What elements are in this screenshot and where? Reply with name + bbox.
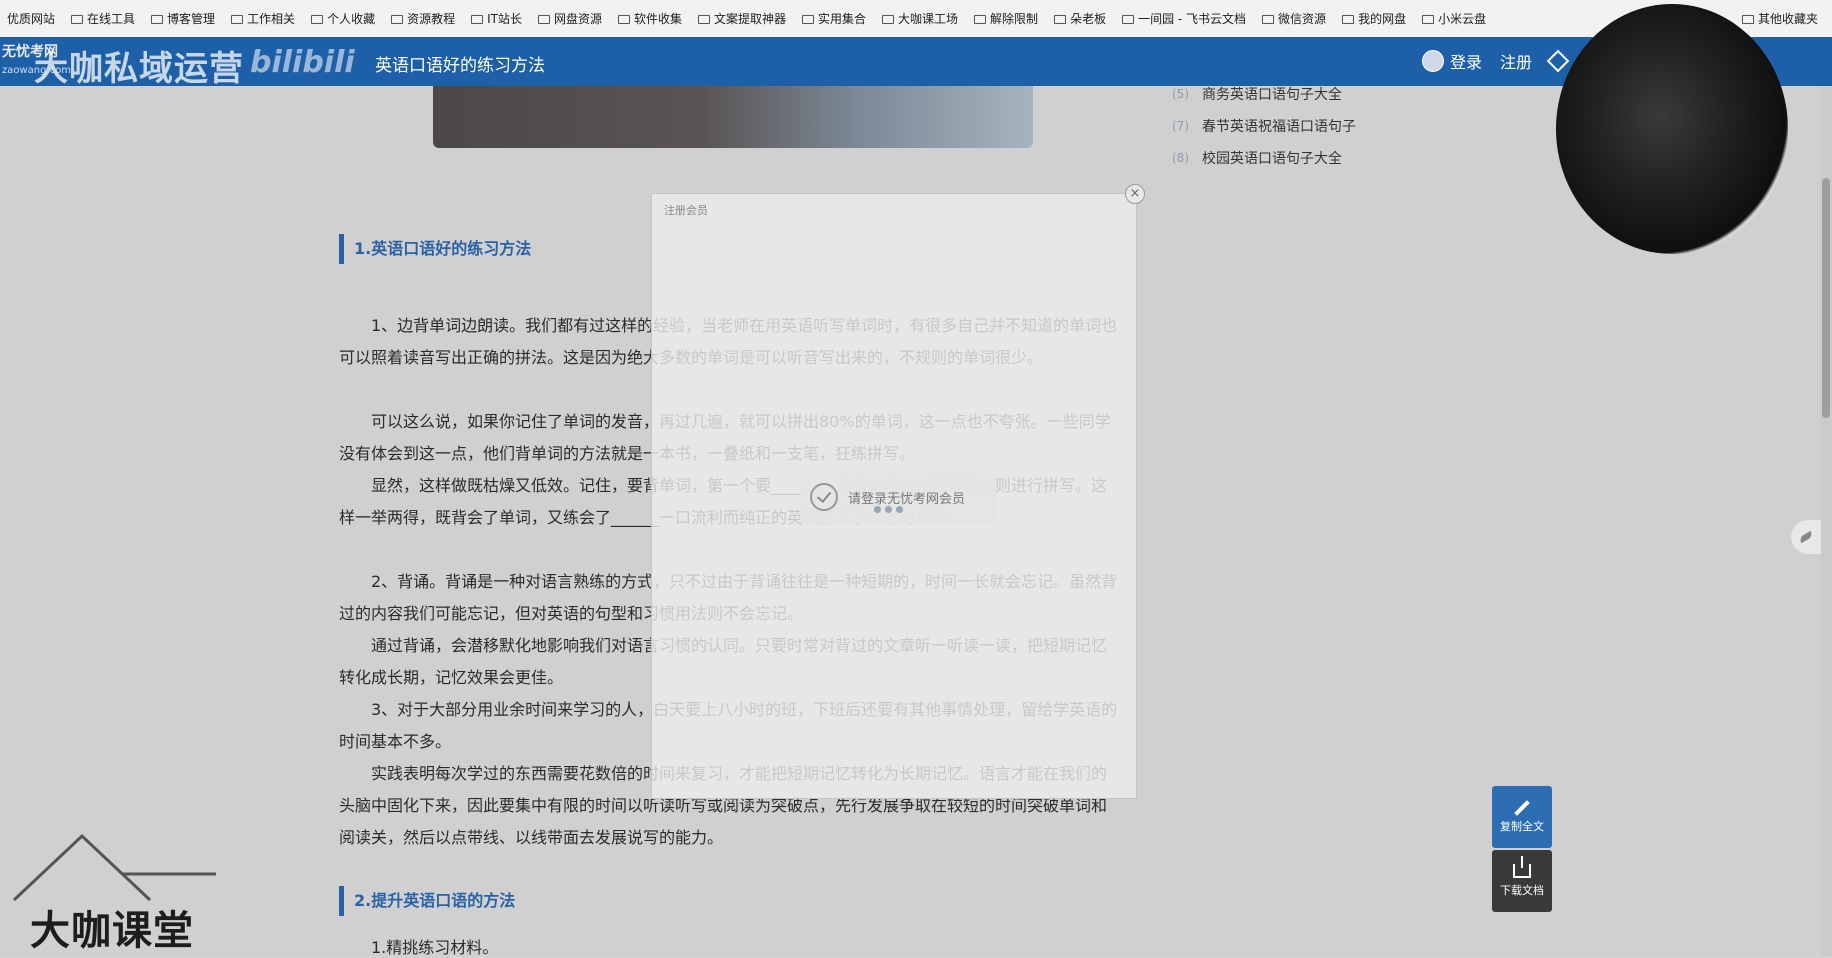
bookmark-label: 微信资源: [1278, 12, 1327, 26]
bookmark-label: 我的网盘: [1358, 12, 1407, 26]
user-actions: 登录 注册: [1422, 49, 1570, 73]
bookmark-label: 工作相关: [247, 12, 296, 26]
folder-icon: [391, 15, 404, 24]
bookmark-label: IT站长: [487, 12, 522, 26]
bookmark-label: 一间园 - 飞书云文档: [1138, 12, 1247, 26]
loading-text: 请登录无忧考网会员: [848, 491, 966, 507]
loading-dot: [874, 506, 881, 513]
register-button[interactable]: 注册: [1500, 49, 1532, 73]
scrollbar[interactable]: [1820, 86, 1832, 956]
bookmark-15[interactable]: 微信资源: [1255, 6, 1333, 32]
bookmark-9[interactable]: 文案提取神器: [691, 6, 793, 32]
loading-dots: [874, 506, 903, 513]
section-heading-2: 2.提升英语口语的方法: [339, 886, 515, 916]
bookmark-label: 优质网站: [7, 12, 56, 26]
watermark-text-2: bilibili: [250, 45, 355, 80]
bookmark-label: 软件收集: [633, 12, 682, 26]
section-heading-1: 1.英语口语好的练习方法: [339, 234, 531, 264]
watermark-text-bottom: 大咖课堂: [30, 908, 194, 954]
bookmark-label: 朵老板: [1070, 12, 1107, 26]
bookmark-7[interactable]: 网盘资源: [531, 6, 609, 32]
folder-icon: [537, 15, 550, 24]
bookmark-8[interactable]: 软件收集: [611, 6, 689, 32]
bookmark-5[interactable]: 资源教程: [384, 6, 462, 32]
bookmark-12[interactable]: 解除限制: [967, 6, 1045, 32]
bookmark-label: 在线工具: [87, 12, 136, 26]
bookmark-10[interactable]: 实用集合: [795, 6, 873, 32]
feather-icon: [1798, 530, 1814, 544]
related-item[interactable]: (5) 商务英语口语句子大全: [1172, 78, 1356, 110]
bookmark-14[interactable]: 一间园 - 飞书云文档: [1115, 6, 1253, 32]
bookmark-label: 小米云盘: [1438, 12, 1487, 26]
modal-title: 注册会员: [664, 204, 708, 217]
folder-icon: [151, 15, 164, 24]
bookmarks-bar: 优质网站 在线工具 博客管理 工作相关 个人收藏 资源教程 IT站长 网盘资源 …: [0, 0, 1832, 38]
bookmark-label: 博客管理: [167, 12, 216, 26]
bookmark-2[interactable]: 博客管理: [144, 6, 222, 32]
bookmark-13[interactable]: 朵老板: [1047, 6, 1113, 32]
webcam-overlay: [1556, 4, 1788, 254]
bookmark-label: 其他收藏夹: [1757, 12, 1818, 26]
page-icon: [698, 15, 710, 24]
bookmark-label: 个人收藏: [327, 12, 376, 26]
bookmark-other[interactable]: 其他收藏夹: [1735, 6, 1832, 32]
copy-label: 复制全文: [1500, 820, 1544, 833]
related-list: (5) 商务英语口语句子大全 (7) 春节英语祝福语口语句子 (8) 校园英语口语句子…: [1172, 78, 1356, 174]
diamond-icon[interactable]: [1546, 49, 1570, 73]
loading-box: 请登录无忧考网会员: [800, 470, 996, 524]
folder-icon: [71, 15, 84, 24]
user-icon: [1422, 50, 1444, 72]
bookmark-11[interactable]: 大咖课工场: [875, 6, 965, 32]
folder-icon: [471, 15, 484, 24]
check-icon: [810, 483, 838, 511]
folder-icon: [1741, 15, 1754, 24]
watermark-text: 大咖私域运营: [34, 49, 244, 89]
bookmark-6[interactable]: IT站长: [464, 6, 529, 32]
folder-icon: [231, 15, 244, 24]
feedback-tab[interactable]: [1791, 520, 1821, 554]
loading-dot: [885, 506, 892, 513]
bookmark-1[interactable]: 在线工具: [64, 6, 142, 32]
folder-icon: [802, 15, 815, 24]
bookmark-label: 文案提取神器: [714, 12, 787, 26]
download-button[interactable]: 下载文档: [1492, 850, 1552, 912]
bookmark-label: 大咖课工场: [898, 12, 959, 26]
bookmark-label: 实用集合: [818, 12, 867, 26]
related-item[interactable]: (7) 春节英语祝福语口语句子: [1172, 110, 1356, 142]
scroll-thumb[interactable]: [1822, 178, 1830, 418]
channel-watermark: 大咖课堂: [12, 832, 218, 956]
sub-heading: 1.精挑练习材料。: [371, 938, 499, 957]
folder-icon: [882, 15, 895, 24]
login-label: 登录: [1450, 53, 1483, 72]
document-icon: [974, 15, 987, 24]
site-header: 无忧考网 zaowang.com 大咖私域运营 bilibili 英语口语好的练…: [0, 37, 1832, 89]
login-button[interactable]: 登录: [1422, 49, 1482, 73]
folder-icon: [311, 15, 324, 24]
copy-all-button[interactable]: 复制全文: [1492, 786, 1552, 848]
page-icon: [1054, 15, 1067, 24]
folder-icon: [1262, 15, 1275, 24]
bookmark-label: 网盘资源: [553, 12, 602, 26]
pen-icon: [1514, 800, 1530, 816]
breadcrumb: 英语口语好的练习方法: [375, 56, 545, 76]
bookmark-label: 资源教程: [407, 12, 456, 26]
bookmark-4[interactable]: 个人收藏: [304, 6, 382, 32]
download-icon: [1513, 856, 1531, 878]
bookmark-3[interactable]: 工作相关: [224, 6, 302, 32]
bookmark-16[interactable]: 我的网盘: [1335, 6, 1413, 32]
loading-dot: [896, 506, 903, 513]
bookmark-0[interactable]: 优质网站: [0, 6, 62, 32]
related-item[interactable]: (8) 校园英语口语句子大全: [1172, 142, 1356, 174]
house-icon: [12, 833, 216, 902]
article-image: [433, 86, 1033, 148]
download-label: 下载文档: [1500, 884, 1544, 897]
bookmark-label: 解除限制: [990, 12, 1039, 26]
bookmark-17[interactable]: 小米云盘: [1415, 6, 1493, 32]
page-icon: [1122, 15, 1135, 24]
folder-icon: [1342, 15, 1355, 24]
cloud-icon: [1422, 15, 1435, 24]
folder-icon: [617, 15, 630, 24]
close-icon[interactable]: ×: [1125, 184, 1145, 204]
